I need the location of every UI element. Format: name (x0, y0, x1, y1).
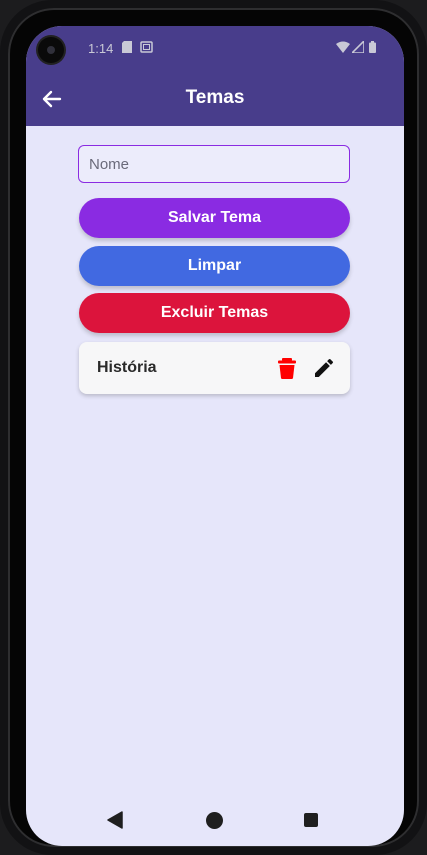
delete-themes-button[interactable]: Excluir Temas (79, 293, 350, 333)
save-theme-button[interactable]: Salvar Tema (79, 198, 350, 238)
screen: 1:14 Temas Nome Salvar Tema Limpar Exclu… (26, 26, 404, 846)
screen-icon (140, 41, 153, 53)
trash-icon[interactable] (276, 357, 298, 379)
list-item: História (79, 342, 350, 394)
theme-name: História (97, 359, 157, 376)
sd-card-icon (122, 41, 132, 53)
clear-button[interactable]: Limpar (79, 246, 350, 286)
status-time: 1:14 (88, 41, 114, 56)
system-nav-bar (26, 798, 404, 842)
nav-recents-icon[interactable] (304, 813, 318, 827)
wifi-icon (336, 41, 350, 53)
pencil-icon[interactable] (312, 356, 336, 380)
name-input[interactable] (78, 145, 350, 183)
nav-home-icon[interactable] (206, 812, 223, 829)
camera-cutout (38, 37, 64, 63)
battery-icon (369, 41, 376, 53)
signal-icon (352, 41, 364, 53)
app-bar: Temas (26, 72, 404, 126)
nav-back-icon[interactable] (107, 811, 123, 829)
page-title: Temas (185, 87, 245, 108)
status-bar: 1:14 (26, 26, 404, 72)
phone-frame: 1:14 Temas Nome Salvar Tema Limpar Exclu… (0, 0, 427, 855)
